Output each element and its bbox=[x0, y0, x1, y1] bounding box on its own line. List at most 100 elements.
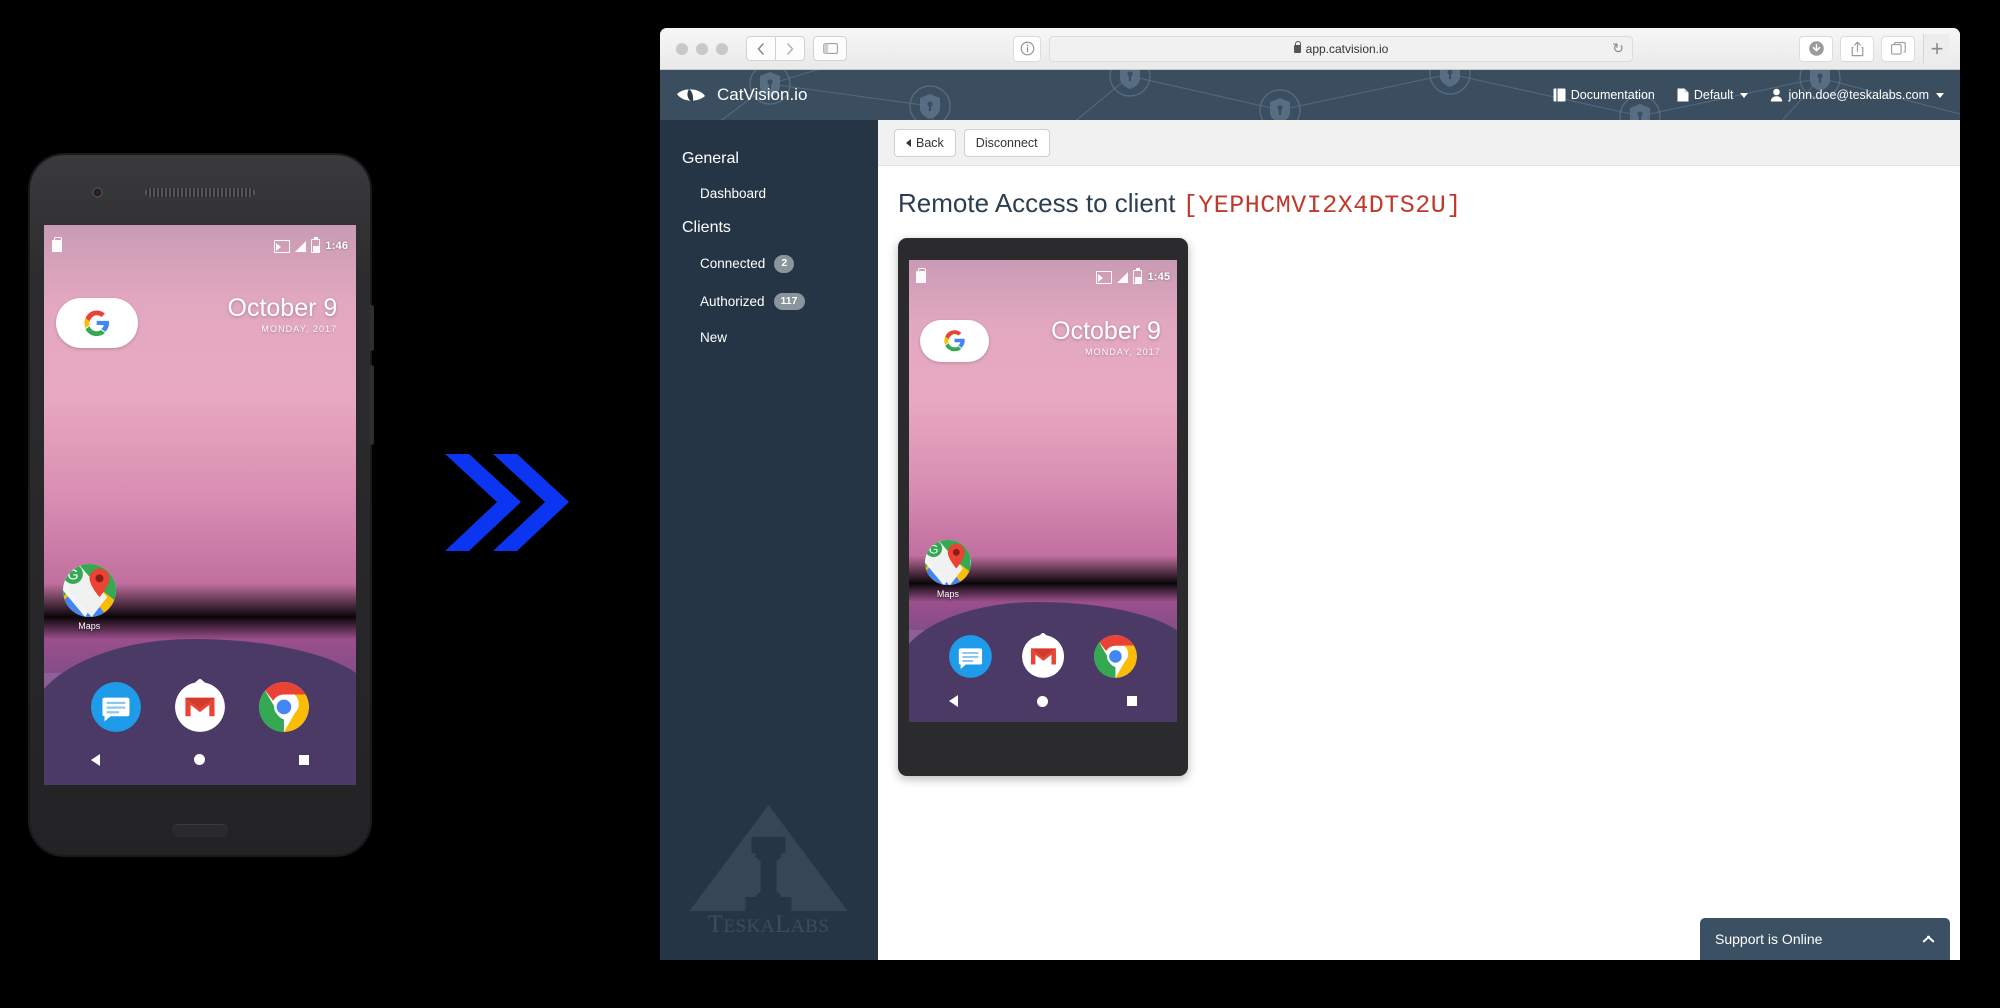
phone-power-button[interactable] bbox=[369, 305, 374, 351]
sidebar-item-label: Authorized bbox=[700, 293, 765, 309]
android-status-bar: 1:45 bbox=[909, 260, 1177, 295]
url-text-wrap: app.catvision.io bbox=[1293, 40, 1389, 56]
svg-text:G: G bbox=[929, 542, 939, 556]
recents-square-icon[interactable] bbox=[299, 754, 309, 765]
cast-icon bbox=[1096, 270, 1113, 284]
app-icon-maps[interactable]: G Maps bbox=[62, 563, 116, 631]
status-time: 1:45 bbox=[1147, 271, 1171, 284]
gmail-icon[interactable] bbox=[1021, 635, 1065, 679]
sidebar-toggle-icon[interactable] bbox=[813, 36, 847, 61]
tab-overview-icon[interactable] bbox=[1881, 35, 1915, 62]
user-icon bbox=[1771, 88, 1783, 102]
date-widget[interactable]: October 9 MONDAY, 2017 bbox=[227, 294, 338, 335]
home-circle-icon[interactable] bbox=[1036, 695, 1048, 707]
nav-buttons bbox=[746, 36, 805, 61]
share-icon[interactable] bbox=[1840, 35, 1874, 62]
nav-link-user-account[interactable]: john.doe@teskalabs.com bbox=[1770, 88, 1944, 102]
document-icon bbox=[1677, 88, 1689, 102]
status-right-icons: 1:45 bbox=[1096, 268, 1171, 285]
android-dock bbox=[909, 635, 1177, 679]
svg-text:TESKALABS: TESKALABS bbox=[708, 911, 830, 938]
remote-phone-screen[interactable]: 1:45 October 9 MONDAY, 2017 G Maps bbox=[909, 260, 1177, 722]
android-home-screen: 1:46 October 9 MONDAY, 2017 G Maps bbox=[44, 225, 356, 785]
search-input[interactable]: app.catvision.io ↻ bbox=[1049, 35, 1633, 62]
physical-phone-device: 1:46 October 9 MONDAY, 2017 G Maps bbox=[30, 155, 374, 855]
recents-square-icon[interactable] bbox=[1127, 696, 1138, 707]
navbar-right-links: Documentation Default john.doe@teskalabs… bbox=[1553, 88, 1944, 102]
page-title: Remote Access to client [YEPHCMVI2X4DTS2… bbox=[878, 166, 1960, 234]
status-badge: 117 bbox=[773, 292, 805, 311]
remote-android-home-screen: 1:45 October 9 MONDAY, 2017 G Maps bbox=[909, 260, 1177, 722]
date-sub: MONDAY, 2017 bbox=[261, 324, 338, 335]
sidebar-section-general: General bbox=[682, 150, 739, 167]
page-title-prefix: Remote Access to client bbox=[898, 188, 1176, 218]
status-left-icons bbox=[51, 237, 275, 252]
teskalabs-watermark: TESKALABS bbox=[682, 799, 857, 944]
sidebar-item-connected[interactable]: Connected 2 bbox=[660, 245, 878, 283]
close-window-button[interactable] bbox=[676, 42, 688, 55]
google-g-icon bbox=[84, 310, 110, 336]
phone-volume-button[interactable] bbox=[369, 365, 374, 445]
sidebar-section-clients: Clients bbox=[682, 219, 731, 236]
chrome-icon[interactable] bbox=[259, 681, 310, 732]
date-sub: MONDAY, 2017 bbox=[1085, 347, 1161, 357]
app-icon-maps[interactable]: G Maps bbox=[925, 539, 971, 600]
app-body: General Dashboard Clients Connected 2 Au… bbox=[660, 120, 1960, 960]
nav-link-label: john.doe@teskalabs.com bbox=[1788, 88, 1929, 102]
android-dock bbox=[44, 681, 356, 732]
chevron-down-icon bbox=[1936, 92, 1944, 98]
chrome-icon[interactable] bbox=[1093, 635, 1137, 679]
window-traffic-lights[interactable] bbox=[670, 42, 738, 55]
content-toolbar: Back Disconnect bbox=[878, 120, 1960, 166]
chevron-left-icon bbox=[906, 138, 911, 147]
info-icon[interactable] bbox=[1013, 35, 1041, 62]
chevron-up-icon[interactable] bbox=[1922, 935, 1935, 943]
back-triangle-icon[interactable] bbox=[91, 753, 100, 766]
phone-fingerprint-sensor[interactable] bbox=[172, 824, 228, 837]
browser-back-button[interactable] bbox=[746, 36, 775, 61]
sidebar-item-authorized[interactable]: Authorized 117 bbox=[660, 283, 878, 321]
messages-icon[interactable] bbox=[949, 635, 993, 679]
google-search-pill[interactable] bbox=[56, 297, 138, 349]
cat-eye-logo bbox=[677, 89, 705, 102]
sidebar-item-dashboard[interactable]: Dashboard bbox=[660, 176, 878, 211]
zoom-window-button[interactable] bbox=[716, 42, 728, 55]
google-g-icon bbox=[944, 330, 965, 352]
bag-icon bbox=[51, 237, 62, 252]
minimize-window-button[interactable] bbox=[696, 42, 708, 55]
phone-screen[interactable]: 1:46 October 9 MONDAY, 2017 G Maps bbox=[44, 225, 356, 785]
new-tab-button[interactable]: + bbox=[1923, 33, 1950, 64]
phone-camera-icon bbox=[92, 187, 103, 198]
google-search-pill[interactable] bbox=[919, 320, 990, 362]
back-button[interactable]: Back bbox=[894, 128, 956, 157]
remote-phone-preview[interactable]: 1:45 October 9 MONDAY, 2017 G Maps bbox=[898, 238, 1188, 776]
back-button-label: Back bbox=[916, 135, 944, 150]
messages-icon[interactable] bbox=[90, 681, 141, 732]
reload-icon[interactable]: ↻ bbox=[1612, 40, 1624, 57]
book-icon bbox=[1553, 88, 1566, 102]
url-text: app.catvision.io bbox=[1305, 41, 1389, 56]
signal-icon bbox=[295, 240, 307, 252]
disconnect-button[interactable]: Disconnect bbox=[963, 128, 1050, 157]
toolbar-right-buttons bbox=[1799, 35, 1915, 62]
brand-text: CatVision.io bbox=[717, 85, 808, 104]
browser-forward-button[interactable] bbox=[775, 36, 805, 61]
phone-speaker-grille bbox=[145, 188, 255, 197]
support-label: Support is Online bbox=[1715, 931, 1823, 947]
support-widget[interactable]: Support is Online bbox=[1700, 918, 1950, 960]
nav-link-default[interactable]: Default bbox=[1677, 88, 1749, 102]
nav-link-documentation[interactable]: Documentation bbox=[1553, 88, 1655, 102]
lock-icon bbox=[1293, 40, 1302, 53]
signal-icon bbox=[1117, 271, 1129, 283]
download-icon[interactable] bbox=[1799, 35, 1833, 62]
google-maps-icon: G bbox=[62, 563, 116, 617]
gmail-icon[interactable] bbox=[175, 681, 225, 732]
app-brand[interactable]: CatVision.io bbox=[676, 85, 807, 105]
date-main: October 9 bbox=[227, 294, 338, 322]
date-widget[interactable]: October 9 MONDAY, 2017 bbox=[1051, 317, 1161, 357]
sidebar-item-new[interactable]: New bbox=[660, 320, 878, 355]
app-label: Maps bbox=[936, 589, 959, 600]
back-triangle-icon[interactable] bbox=[948, 695, 958, 708]
app-navbar: CatVision.io Documentation Default john.… bbox=[660, 70, 1960, 120]
home-circle-icon[interactable] bbox=[194, 754, 205, 766]
